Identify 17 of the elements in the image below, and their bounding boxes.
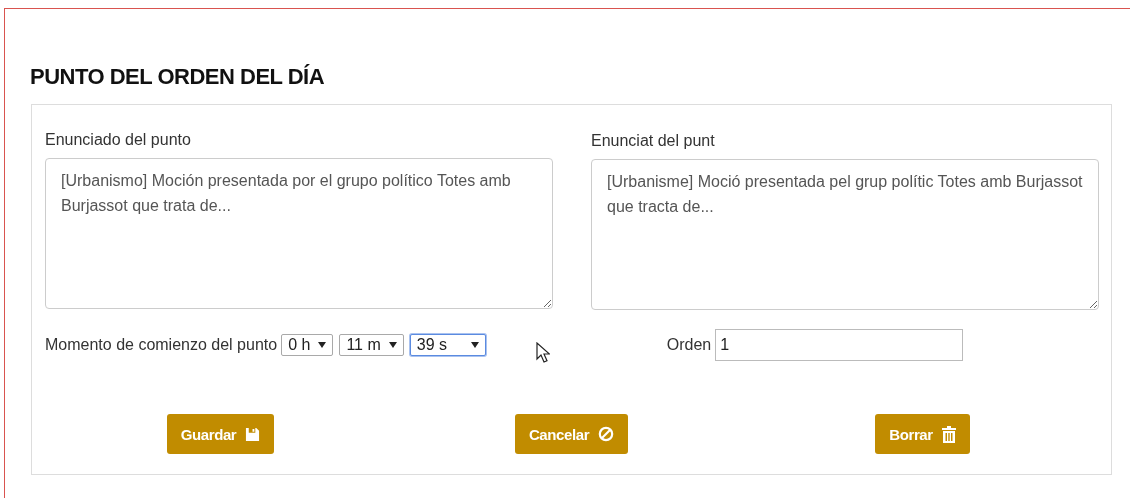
caret-icon bbox=[388, 342, 397, 348]
trash-icon bbox=[941, 425, 956, 443]
time-select[interactable]: 0 h bbox=[281, 334, 334, 356]
mouse-pointer-icon bbox=[536, 342, 550, 364]
field-label: Momento de comienzo del punto bbox=[45, 336, 278, 354]
field-label: Enunciat del punt bbox=[591, 132, 716, 151]
caret-icon bbox=[318, 342, 327, 348]
order-field[interactable]: 1 bbox=[715, 329, 964, 361]
caret-icon bbox=[470, 342, 479, 348]
field-label: Enunciado del punto bbox=[45, 131, 192, 150]
field-label: Orden bbox=[666, 336, 712, 354]
statement-field[interactable]: [Urbanismo] Moción presentada por el grupo político Totes amb Burjassot que trata de... bbox=[45, 158, 553, 309]
page-title: PUNTO DEL ORDEN DEL DÍA bbox=[29, 63, 326, 91]
statement-field[interactable]: [Urbanisme] Moció presentada pel grup polític Totes amb Burjassot que tracta de... bbox=[591, 159, 1099, 310]
time-select[interactable]: 39 s bbox=[409, 334, 486, 356]
prohibited-icon bbox=[598, 426, 615, 442]
time-select[interactable]: 11 m bbox=[339, 334, 404, 356]
